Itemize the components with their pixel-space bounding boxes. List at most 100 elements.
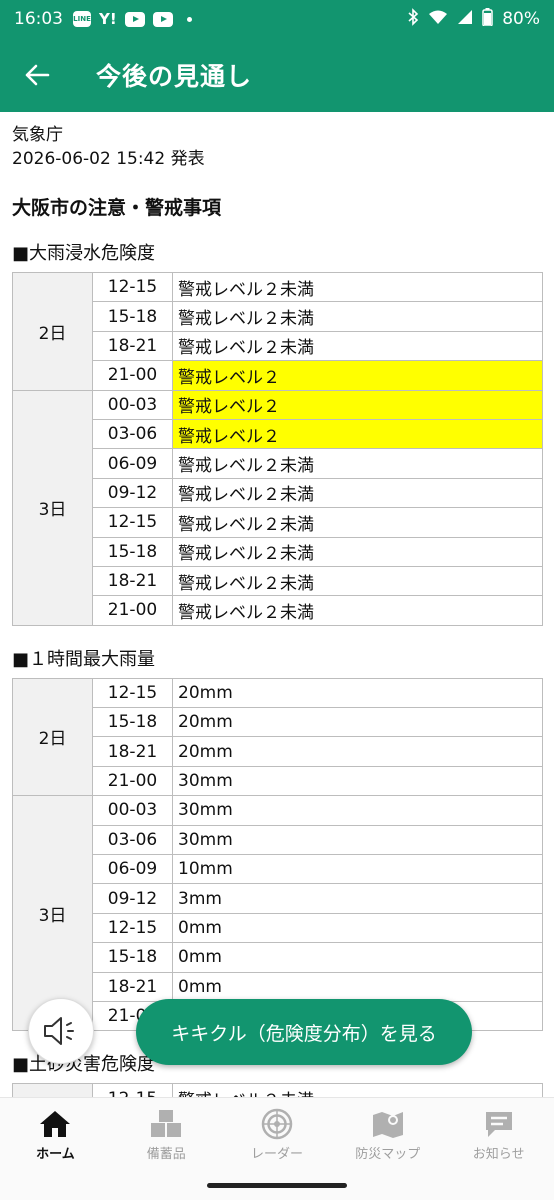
nav-home[interactable]: ホーム xyxy=(0,1098,111,1170)
value-cell: 20mm xyxy=(172,707,543,738)
table-row: 2日 12-15 20mm xyxy=(12,677,543,797)
value-cell: 警戒レベル２未満 xyxy=(172,595,543,626)
value-cell: 20mm xyxy=(172,677,543,709)
time-slot-cell: 21-00 xyxy=(92,360,173,391)
nav-stockpile[interactable]: 備蓄品 xyxy=(111,1098,222,1170)
table-row: 12-15 0mm xyxy=(13,912,543,944)
stockpile-icon xyxy=(149,1107,183,1141)
time-slot-cell: 15-18 xyxy=(92,942,173,973)
forecast-table: 12-15警戒レベル２未満 xyxy=(12,1083,543,1097)
table-row: 3日 00-03 警戒レベル２ xyxy=(12,389,543,626)
nav-label: 防災マップ xyxy=(355,1146,421,1162)
value-cell: 警戒レベル２未満 xyxy=(172,536,543,567)
table-row: 12-15警戒レベル２未満 xyxy=(12,1083,543,1097)
time-slot-cell: 09-12 xyxy=(92,883,173,914)
gesture-handle[interactable] xyxy=(207,1183,347,1188)
day-cell: 2日 xyxy=(12,677,93,797)
time-slot-cell: 12-15 xyxy=(92,507,173,538)
time-slot-cell: 00-03 xyxy=(92,389,173,420)
nav-hazard-map[interactable]: 防災マップ xyxy=(332,1098,443,1170)
issued-time: 2026-06-02 15:42 発表 xyxy=(12,149,205,169)
day-cell xyxy=(12,1083,93,1097)
time-slot-cell: 06-09 xyxy=(92,854,173,885)
forecast-sections: ■大雨浸水危険度 2日 12-15 警戒レベル２未満 15-18 警戒レベル２未満 18-2… xyxy=(12,239,543,1097)
time-slot-cell: 15-18 xyxy=(92,536,173,567)
wifi-icon xyxy=(428,9,448,30)
value-cell: 警戒レベル２ xyxy=(172,418,543,450)
kikikuru-button[interactable]: キキクル（危険度分布）を見る xyxy=(136,999,472,1065)
table-row: 18-21 警戒レベル２未満 xyxy=(13,565,543,597)
time-slot-cell: 00-03 xyxy=(92,795,173,826)
page-title: 今後の見通し xyxy=(96,62,253,91)
time-slot-cell: 21-00 xyxy=(92,765,173,797)
time-slot-cell: 03-06 xyxy=(92,418,173,450)
value-cell: 0mm xyxy=(172,942,543,973)
yahoo-icon: Y! xyxy=(99,10,117,28)
time-slot-cell: 12-15 xyxy=(92,1083,173,1097)
time-slot-cell: 15-18 xyxy=(92,301,173,332)
nav-label: レーダー xyxy=(250,1146,303,1162)
bluetooth-icon xyxy=(407,7,419,31)
value-cell: 警戒レベル２未満 xyxy=(172,301,543,332)
value-cell: 警戒レベル２未満 xyxy=(172,271,543,303)
table-row: 12-15警戒レベル２未満 xyxy=(13,507,543,538)
value-cell: 20mm xyxy=(172,736,543,767)
time-slot-cell: 06-09 xyxy=(92,448,173,479)
back-arrow-icon xyxy=(25,64,50,86)
value-cell: 警戒レベル２未満 xyxy=(172,1083,543,1097)
home-icon xyxy=(38,1107,72,1141)
value-cell: 警戒レベル２未満 xyxy=(172,565,543,597)
section-title: ■大雨浸水危険度 xyxy=(12,243,156,264)
nav-notices[interactable]: お知らせ xyxy=(443,1098,554,1170)
table-row: 2日 12-15 警戒レベル２未満 xyxy=(12,271,543,391)
time-slot-cell: 12-15 xyxy=(92,271,173,303)
nav-radar[interactable]: レーダー xyxy=(222,1098,333,1170)
table-row: 21-00 30mm xyxy=(13,765,543,797)
time-slot-cell: 18-21 xyxy=(92,565,173,597)
value-cell: 30mm xyxy=(172,824,543,856)
back-button[interactable] xyxy=(0,38,74,112)
time-slot-cell: 12-15 xyxy=(92,912,173,944)
table-row: 18-21 警戒レベル２未満 xyxy=(13,330,543,362)
table-row: 21-00 警戒レベル２未満 xyxy=(13,595,543,626)
nav-label: 備蓄品 xyxy=(146,1146,186,1162)
table-row: 03-06 警戒レベル２ xyxy=(13,418,543,450)
day-cell: 3日 xyxy=(12,389,93,626)
notification-dot-icon xyxy=(186,16,192,22)
bottom-nav: ホーム 備蓄品 レーダー 防災マップ お知らせ xyxy=(0,1097,554,1170)
table-row: 18-21 20mm xyxy=(13,736,543,767)
value-cell: 30mm xyxy=(172,765,543,797)
table-row: 18-21 0mm xyxy=(13,971,543,1002)
radar-icon xyxy=(261,1107,293,1141)
value-cell: 警戒レベル２未満 xyxy=(172,507,543,538)
app-bar: 今後の見通し xyxy=(0,38,554,112)
time-slot-cell: 12-15 xyxy=(92,677,173,709)
table-row: 21-00 警戒レベル２ xyxy=(13,360,543,391)
youtube-icon xyxy=(152,11,173,27)
table-row: 3日 00-03 30mm xyxy=(12,795,543,1032)
forecast-content[interactable]: 気象庁 2026-06-02 15:42 発表 大阪市の注意・警戒事項 ■大雨浸… xyxy=(0,112,554,1097)
status-time: 16:03 xyxy=(14,9,63,29)
signal-icon xyxy=(457,9,473,30)
forecast-table: 2日 12-15 20mm 15-18 20mm 18-21 20mm 21-00 30mm 3日… xyxy=(12,677,543,1032)
value-cell: 警戒レベル２ xyxy=(172,360,543,391)
value-cell: 30mm xyxy=(172,795,543,826)
nav-label: お知らせ xyxy=(472,1146,525,1162)
table-row: 03-06 30mm xyxy=(13,824,543,856)
table-row: 15-18 20mm xyxy=(13,707,543,738)
table-row: 09-12 3mm xyxy=(13,883,543,914)
youtube-icon xyxy=(124,11,145,27)
gesture-bar xyxy=(0,1170,554,1200)
day-cell: 3日 xyxy=(12,795,93,1032)
time-slot-cell: 03-06 xyxy=(92,824,173,856)
table-row: 15-18 警戒レベル２未満 xyxy=(13,301,543,332)
nav-label: ホーム xyxy=(36,1146,75,1162)
map-icon xyxy=(371,1107,405,1141)
area-heading: 大阪市の注意・警戒事項 xyxy=(12,197,222,219)
value-cell: 3mm xyxy=(172,883,543,914)
table-row: 15-18 警戒レベル２未満 xyxy=(13,536,543,567)
table-row: 06-09 警戒レベル２未満 xyxy=(13,448,543,479)
section-title: ■１時間最大雨量 xyxy=(12,648,156,670)
notice-icon xyxy=(483,1107,515,1141)
sound-button[interactable] xyxy=(28,998,94,1064)
